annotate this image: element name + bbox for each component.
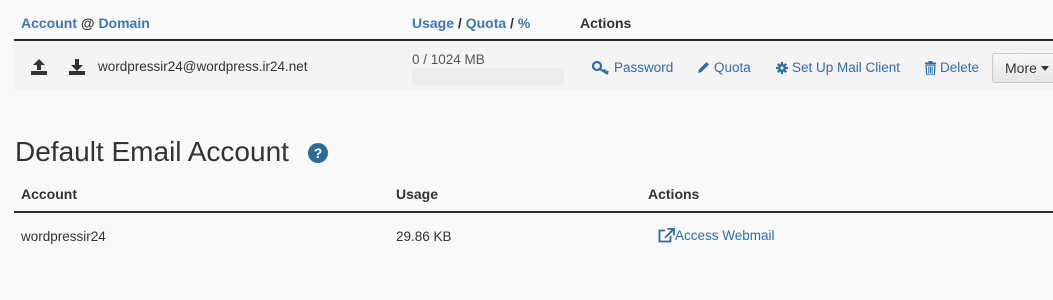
more-button[interactable]: More bbox=[992, 53, 1053, 83]
help-icon[interactable]: ? bbox=[308, 143, 328, 163]
quota-label: Quota bbox=[714, 60, 751, 75]
password-label: Password bbox=[614, 60, 674, 75]
set-up-mail-client-link[interactable]: Set Up Mail Client bbox=[776, 60, 900, 75]
default-account-header: Account bbox=[21, 186, 77, 202]
usage-progress-bar bbox=[412, 68, 564, 85]
set-up-mail-client-label: Set Up Mail Client bbox=[792, 60, 901, 75]
gear-icon bbox=[776, 61, 788, 74]
access-webmail-link[interactable]: Access Webmail bbox=[658, 228, 775, 243]
delete-label: Delete bbox=[940, 60, 980, 75]
default-account-name: wordpressir24 bbox=[21, 229, 106, 244]
email-accounts-table-header: Account @ Domain Usage / Quota / % Actio… bbox=[0, 0, 1053, 40]
caret-down-icon bbox=[1040, 65, 1049, 71]
key-icon bbox=[592, 60, 609, 75]
sort-percent-link[interactable]: % bbox=[518, 15, 530, 31]
default-usage-header: Usage bbox=[396, 186, 439, 202]
default-actions-header: Actions bbox=[648, 186, 700, 202]
account-email: wordpressir24@wordpress.ir24.net bbox=[98, 59, 308, 74]
upload-icon[interactable] bbox=[28, 56, 50, 78]
password-link[interactable]: Password bbox=[592, 60, 673, 75]
quota-link[interactable]: Quota bbox=[697, 60, 751, 75]
access-webmail-label: Access Webmail bbox=[675, 228, 775, 243]
pencil-icon bbox=[698, 62, 709, 73]
separator: / bbox=[457, 15, 462, 31]
svg-text:?: ? bbox=[314, 145, 323, 161]
trash-icon bbox=[925, 60, 936, 75]
actions-header: Actions bbox=[580, 15, 632, 31]
external-link-icon bbox=[658, 228, 675, 243]
more-label: More bbox=[1005, 60, 1037, 76]
sort-domain-link[interactable]: Domain bbox=[98, 15, 149, 31]
separator: / bbox=[510, 15, 514, 31]
delete-link[interactable]: Delete bbox=[925, 60, 979, 75]
sort-quota-link[interactable]: Quota bbox=[466, 15, 506, 31]
usage-text: 0 / 1024 MB bbox=[412, 52, 485, 67]
usage-quota-header: Usage / Quota / % bbox=[412, 15, 530, 31]
sort-account-link[interactable]: Account bbox=[21, 15, 77, 31]
download-icon[interactable] bbox=[66, 56, 88, 78]
at-sign: @ bbox=[80, 15, 95, 31]
default-account-usage: 29.86 KB bbox=[396, 229, 452, 244]
section-title: Default Email Account bbox=[15, 136, 289, 167]
account-domain-header: Account @ Domain bbox=[21, 15, 150, 31]
header-divider bbox=[14, 211, 1053, 213]
sort-usage-link[interactable]: Usage bbox=[412, 15, 454, 31]
